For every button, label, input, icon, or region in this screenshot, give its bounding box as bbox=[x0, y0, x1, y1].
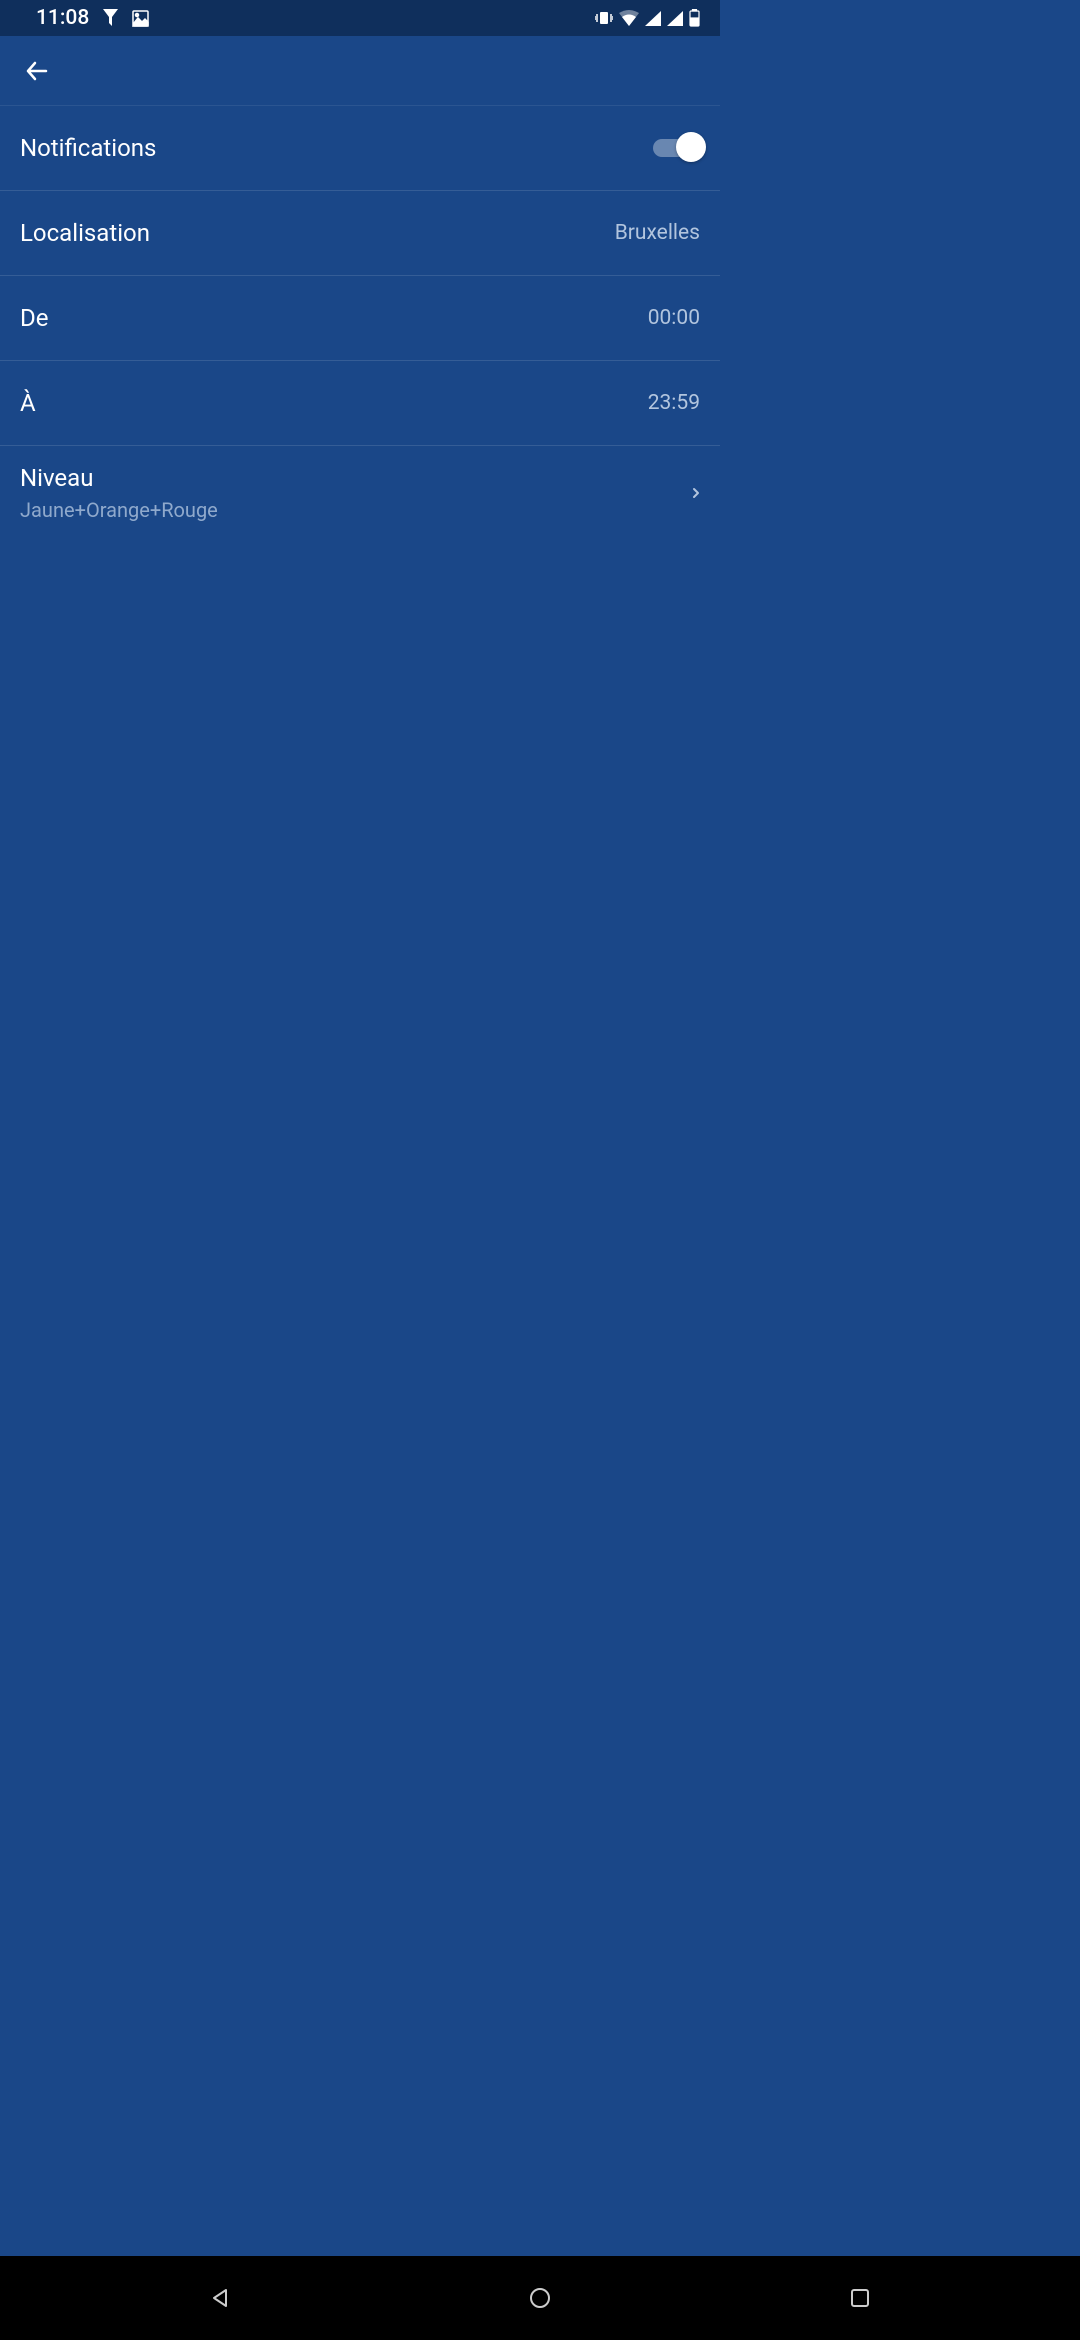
wifi-icon bbox=[619, 10, 639, 26]
filter-icon bbox=[103, 9, 118, 27]
from-value: 00:00 bbox=[648, 306, 700, 330]
from-row[interactable]: De 00:00 bbox=[0, 276, 720, 361]
to-label: À bbox=[20, 389, 36, 417]
status-right bbox=[595, 9, 700, 27]
level-value: Jaune+Orange+Rouge bbox=[20, 498, 218, 522]
circle-home-icon bbox=[528, 2286, 552, 2310]
status-left: 11:08 bbox=[36, 6, 149, 30]
from-label: De bbox=[20, 304, 48, 332]
notifications-label: Notifications bbox=[20, 134, 156, 162]
level-right bbox=[684, 483, 700, 504]
signal-icon-1 bbox=[645, 11, 661, 26]
nav-home-button[interactable] bbox=[516, 2274, 564, 2322]
location-label: Localisation bbox=[20, 219, 150, 247]
status-time: 11:08 bbox=[36, 6, 89, 30]
notifications-toggle[interactable] bbox=[653, 139, 700, 157]
signal-icon-2 bbox=[667, 11, 683, 26]
image-icon bbox=[132, 10, 149, 27]
location-row[interactable]: Localisation Bruxelles bbox=[0, 191, 720, 276]
notifications-toggle-wrap bbox=[653, 139, 700, 157]
app-bar bbox=[0, 36, 720, 106]
square-recent-icon bbox=[849, 2287, 871, 2309]
arrow-left-icon bbox=[24, 58, 50, 84]
triangle-back-icon bbox=[209, 2287, 231, 2309]
notifications-row[interactable]: Notifications bbox=[0, 106, 720, 191]
vibrate-icon bbox=[595, 10, 613, 26]
location-value: Bruxelles bbox=[615, 221, 700, 245]
nav-back-button[interactable] bbox=[196, 2274, 244, 2322]
status-bar: 11:08 bbox=[0, 0, 720, 36]
navigation-bar bbox=[0, 2256, 1080, 2340]
toggle-thumb bbox=[676, 132, 706, 162]
to-row[interactable]: À 23:59 bbox=[0, 361, 720, 446]
level-left: Niveau Jaune+Orange+Rouge bbox=[20, 464, 218, 522]
settings-list: Notifications Localisation Bruxelles De … bbox=[0, 106, 720, 540]
back-button[interactable] bbox=[24, 58, 50, 84]
battery-icon bbox=[689, 9, 700, 27]
level-label: Niveau bbox=[20, 464, 218, 492]
chevron-right-icon bbox=[692, 483, 700, 504]
nav-recent-button[interactable] bbox=[836, 2274, 884, 2322]
level-row[interactable]: Niveau Jaune+Orange+Rouge bbox=[0, 446, 720, 540]
to-value: 23:59 bbox=[648, 391, 700, 415]
